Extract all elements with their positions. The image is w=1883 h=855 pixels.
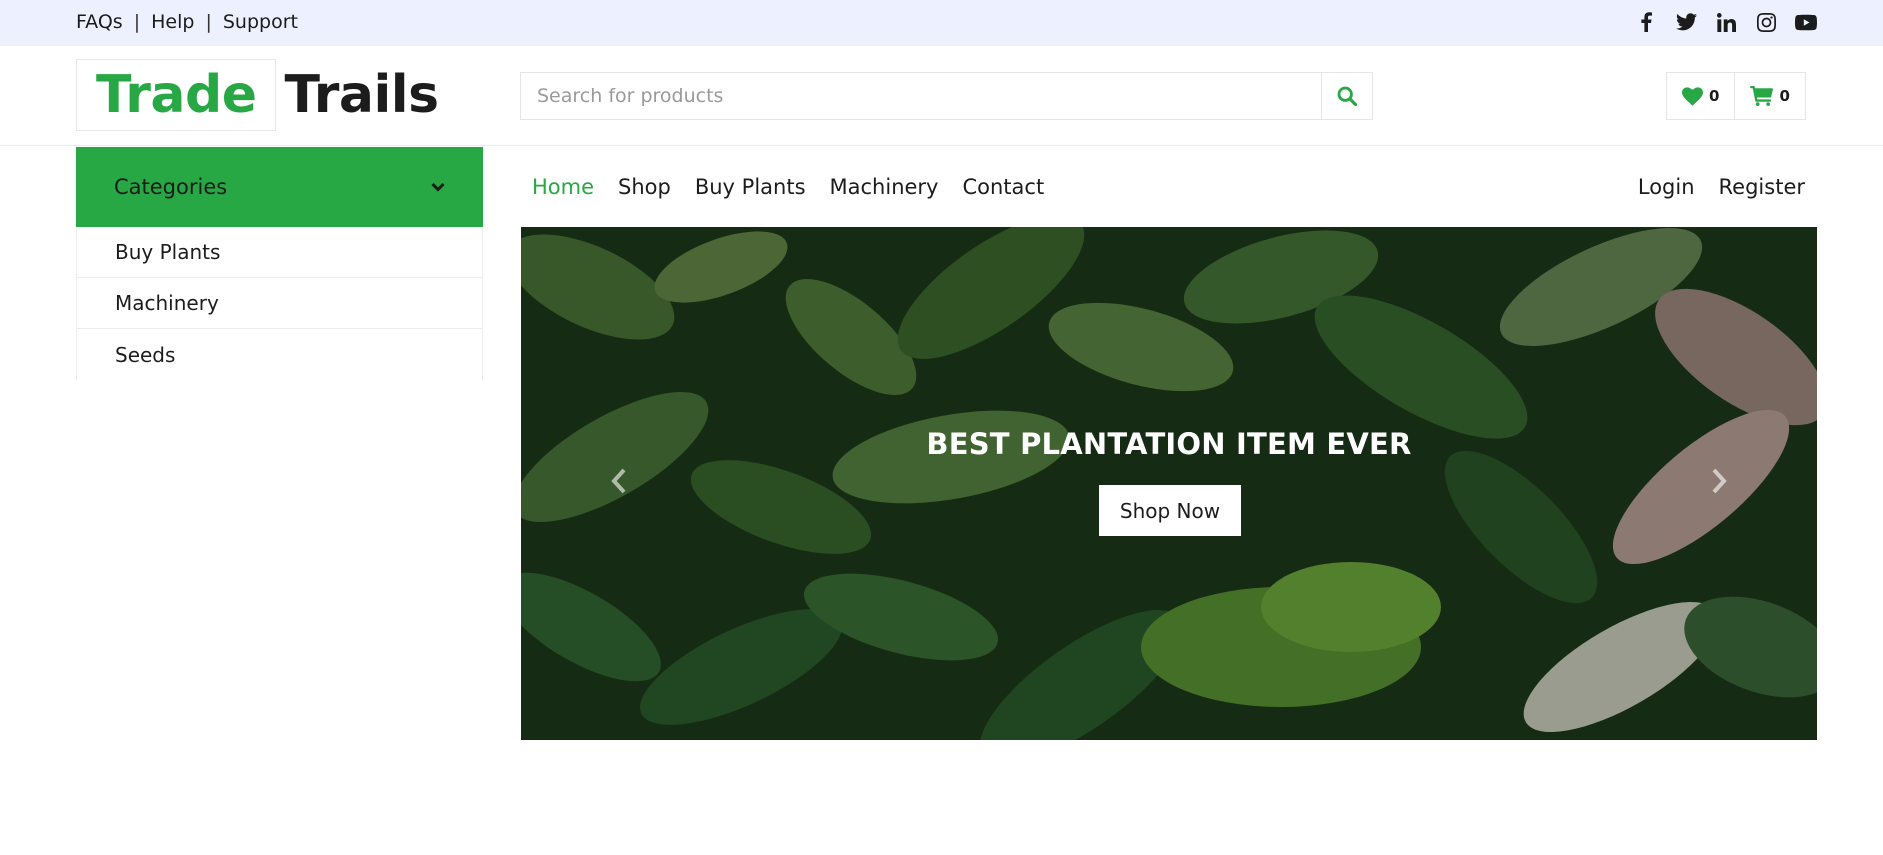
header-counters: 0 0 [1666,72,1806,120]
categories-list: Buy Plants Machinery Seeds [76,227,483,380]
youtube-icon[interactable] [1795,11,1817,33]
nav-shop[interactable]: Shop [606,175,683,199]
separator: | [133,11,141,33]
chevron-left-icon [611,468,626,494]
shopping-cart-icon [1750,86,1774,106]
heart-icon [1682,86,1703,106]
twitter-icon[interactable] [1675,11,1697,33]
shop-now-button[interactable]: Shop Now [1099,485,1241,536]
support-link[interactable]: Support [223,11,298,33]
categories-toggle[interactable]: Categories [76,147,483,227]
top-links: FAQs | Help | Support [76,0,298,44]
search-input[interactable] [521,73,1321,119]
cart-count: 0 [1779,87,1790,105]
nav-buy-plants[interactable]: Buy Plants [683,175,818,199]
nav-home[interactable]: Home [520,175,606,199]
logo-second-word: Trails [284,65,439,125]
categories-title: Categories [114,175,228,199]
cart-button[interactable]: 0 [1734,73,1804,119]
search-bar [520,72,1373,120]
nav-contact[interactable]: Contact [950,175,1056,199]
carousel-prev-button[interactable] [589,451,649,511]
wishlist-count: 0 [1709,87,1720,105]
instagram-icon[interactable] [1755,11,1777,33]
search-icon [1337,86,1357,106]
separator: | [205,11,212,33]
search-button[interactable] [1321,73,1372,119]
hero-title: BEST PLANTATION ITEM EVER [926,427,1412,461]
social-links [1635,0,1817,44]
logo[interactable]: Trade Trails [76,59,439,131]
hero-overlay [521,227,1817,740]
facebook-icon[interactable] [1635,11,1657,33]
logo-first-word: Trade [76,59,277,131]
chevron-right-icon [1712,468,1727,494]
category-item-seeds[interactable]: Seeds [77,329,482,380]
wishlist-button[interactable]: 0 [1667,73,1734,119]
faqs-link[interactable]: FAQs [76,11,123,33]
linkedin-icon[interactable] [1715,11,1737,33]
category-item-buy-plants[interactable]: Buy Plants [77,227,482,278]
login-link[interactable]: Login [1626,175,1707,199]
nav-machinery[interactable]: Machinery [818,175,951,199]
top-bar: FAQs | Help | Support [0,0,1883,46]
main-nav: Home Shop Buy Plants Machinery Contact L… [520,147,1817,227]
register-link[interactable]: Register [1707,175,1817,199]
chevron-down-icon [431,182,445,192]
help-link[interactable]: Help [151,11,194,33]
hero-carousel: BEST PLANTATION ITEM EVER Shop Now [521,227,1817,740]
carousel-next-button[interactable] [1689,451,1749,511]
category-item-machinery[interactable]: Machinery [77,278,482,329]
